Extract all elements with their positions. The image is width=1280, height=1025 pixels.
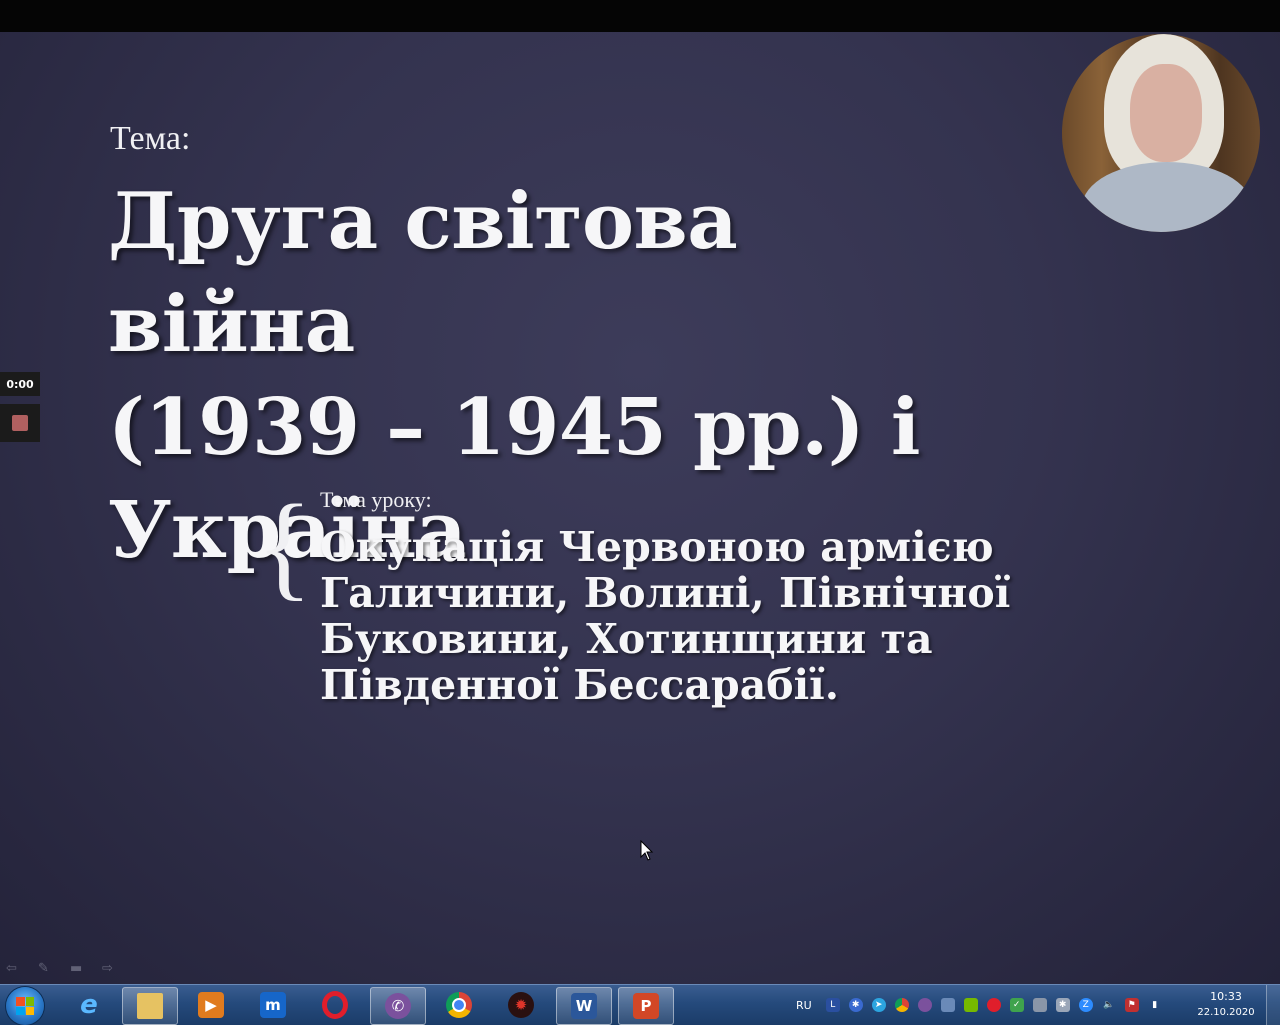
taskbar-file-explorer[interactable] <box>122 987 178 1025</box>
title-line: Друга світова війна <box>108 176 738 370</box>
taskbar-maxthon[interactable]: m <box>246 987 300 1023</box>
internet-explorer-icon: e <box>80 990 98 1020</box>
folder-icon <box>137 993 163 1019</box>
usb-icon[interactable] <box>1032 998 1047 1012</box>
taskbar-app-red[interactable]: ✹ <box>494 987 548 1023</box>
flag-icon[interactable]: ⚑ <box>1124 998 1139 1012</box>
nvidia-icon[interactable] <box>963 998 978 1012</box>
taskbar-internet-explorer[interactable]: e <box>62 987 116 1023</box>
media-player-icon: ▶ <box>198 992 224 1018</box>
taskbar-chrome[interactable] <box>432 987 486 1023</box>
clock-date: 22.10.2020 <box>1197 1007 1255 1018</box>
lesson-topic-title: Окупація Червоною армією Галичини, Волин… <box>320 524 1080 708</box>
taskbar-word[interactable]: W <box>556 987 612 1025</box>
viber-icon: ✆ <box>385 993 411 1019</box>
mouse-cursor-icon <box>640 840 654 861</box>
slide-title: Друга світова війна (1939 – 1945 рр.) і … <box>108 170 1008 582</box>
system-tray: RU L ✱ ➤ ✓ ✱ Z 🔈 ⚑ ▮ <box>796 985 1171 1025</box>
volume-icon[interactable]: 🔈 <box>1102 998 1116 1012</box>
maxthon-icon: m <box>260 992 286 1018</box>
telegram-icon[interactable]: ➤ <box>871 998 886 1012</box>
lesson-topic-label: Тема уроку: <box>320 487 432 512</box>
gear-icon[interactable]: ✱ <box>848 998 863 1012</box>
chrome-icon <box>446 992 472 1018</box>
taskbar-clock[interactable]: 10:33 22.10.2020 <box>1196 989 1256 1021</box>
windows-taskbar: e ▶ m ✆ ✹ W P RU L ✱ ➤ ✓ ✱ Z 🔈 ⚑ ▮ 10:33… <box>0 984 1280 1025</box>
show-desktop-button[interactable] <box>1266 985 1280 1025</box>
screen-recorder-panel: 0:00 <box>0 372 40 442</box>
taskbar-media-player[interactable]: ▶ <box>184 987 238 1023</box>
slides-icon[interactable]: ▬ <box>70 962 88 976</box>
language-indicator[interactable]: RU <box>796 999 812 1012</box>
update-icon[interactable]: ✓ <box>1009 998 1024 1012</box>
webcam-overlay[interactable] <box>1062 34 1260 232</box>
powerpoint-icon: P <box>633 993 659 1019</box>
taskbar-powerpoint[interactable]: P <box>618 987 674 1025</box>
lesson-line: Буковини, Хотинщини та <box>320 615 933 663</box>
lesson-line: Південної Бессарабії. <box>320 661 840 709</box>
network-icon[interactable] <box>940 998 955 1012</box>
topic-label: Тема: <box>110 120 191 157</box>
stop-recording-button[interactable] <box>0 404 40 442</box>
lesson-line: Галичини, Волині, Північної <box>320 569 1011 617</box>
taskbar-opera[interactable] <box>308 987 362 1023</box>
top-black-bar <box>0 0 1280 32</box>
zoom-icon[interactable]: Z <box>1078 998 1093 1012</box>
presentation-slide[interactable]: Тема: Друга світова війна (1939 – 1945 р… <box>0 32 1280 984</box>
arrow-left-icon[interactable]: ⇦ <box>6 962 24 976</box>
settings-icon[interactable]: ✱ <box>1055 998 1070 1012</box>
lav-icon[interactable]: L <box>825 998 840 1012</box>
opera-icon <box>322 991 348 1019</box>
slideshow-toolbar: ⇦ ✎ ▬ ⇨ <box>6 962 120 976</box>
title-line: (1939 – 1945 рр.) і <box>108 382 920 473</box>
clock-time: 10:33 <box>1210 990 1242 1003</box>
signal-icon[interactable]: ▮ <box>1148 998 1162 1012</box>
curly-brace-decoration: { <box>256 480 313 611</box>
chrome-icon[interactable] <box>894 998 909 1012</box>
taskbar-viber[interactable]: ✆ <box>370 987 426 1025</box>
lesson-line: Окупація Червоною армією <box>320 523 994 571</box>
stop-icon <box>12 415 28 431</box>
arrow-right-icon[interactable]: ⇨ <box>102 962 120 976</box>
word-icon: W <box>571 993 597 1019</box>
windows-start-icon[interactable] <box>6 987 44 1025</box>
pen-icon[interactable]: ✎ <box>38 962 56 976</box>
red-gear-icon: ✹ <box>508 992 534 1018</box>
opera-icon[interactable] <box>986 998 1001 1012</box>
viber-icon[interactable] <box>917 998 932 1012</box>
recording-timer: 0:00 <box>0 372 40 396</box>
